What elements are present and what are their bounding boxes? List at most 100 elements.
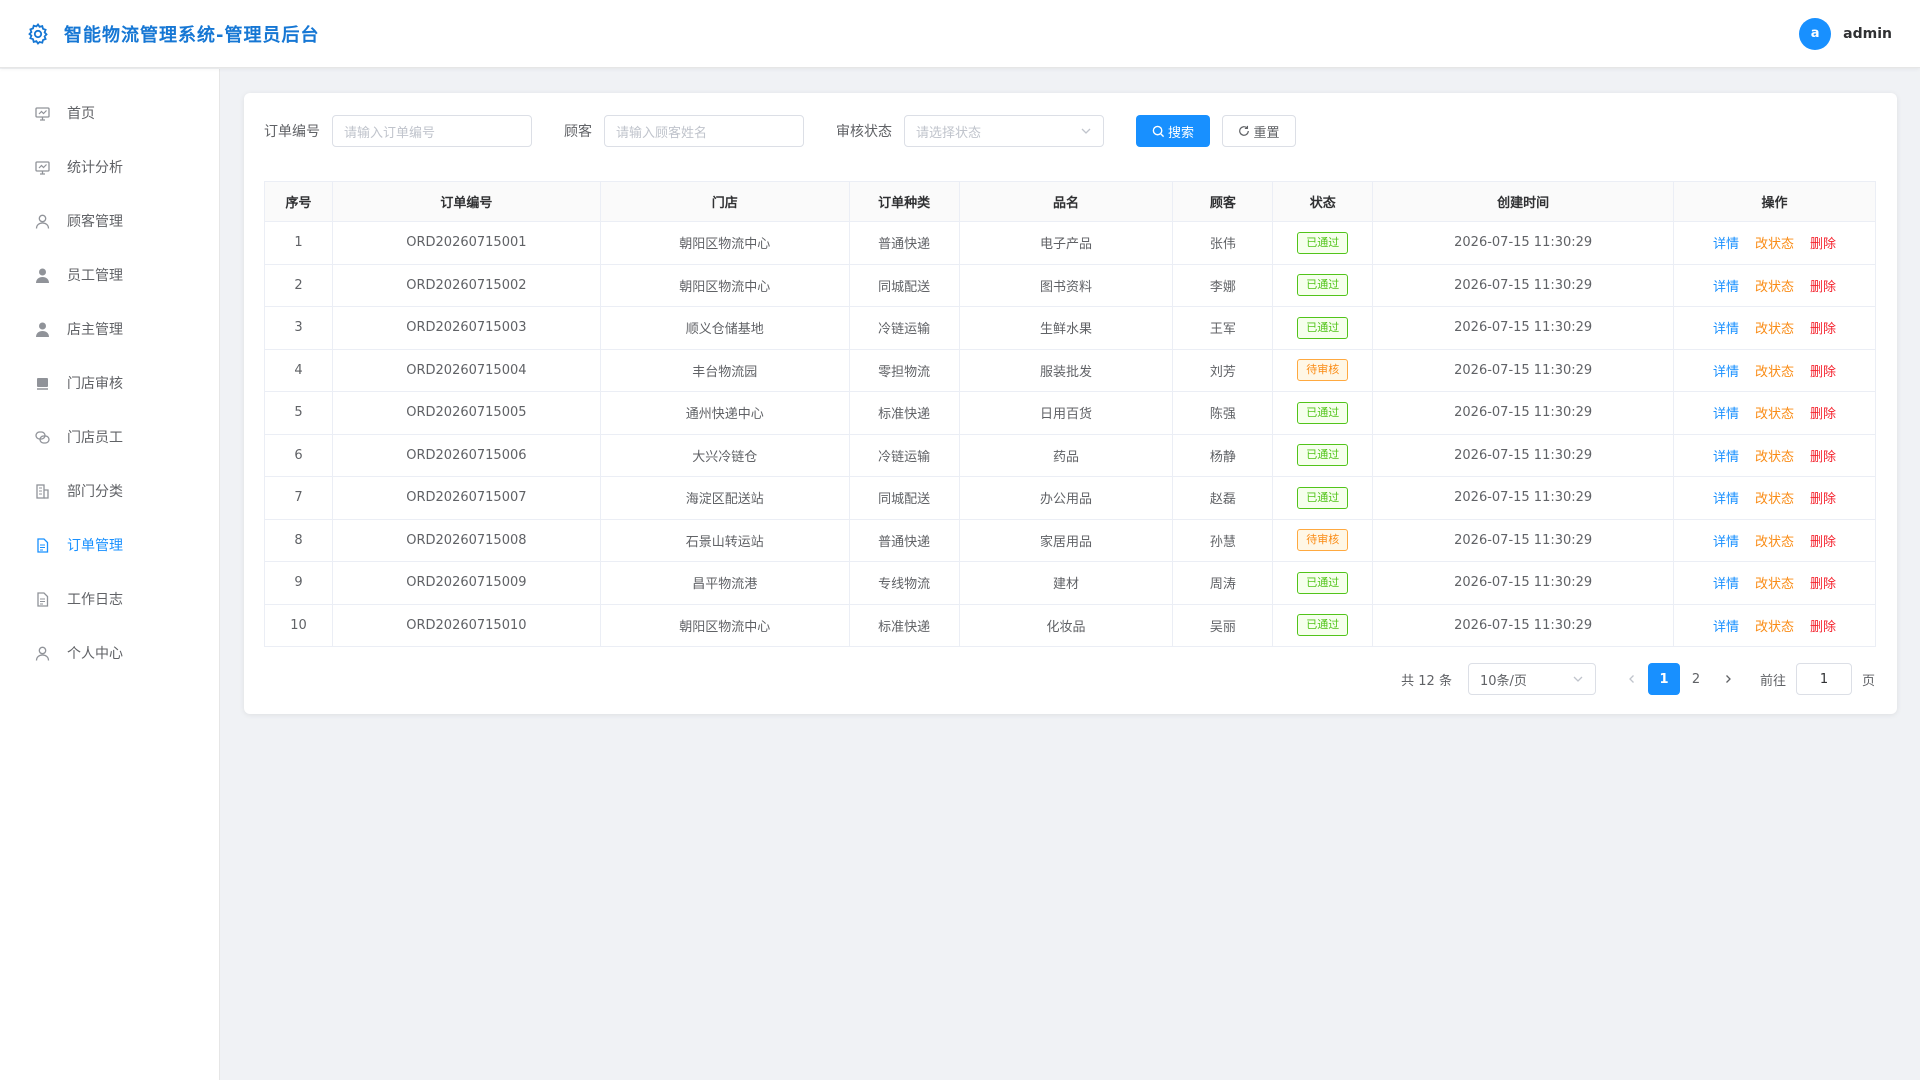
- sidebar-item-6[interactable]: 门店员工: [0, 410, 219, 464]
- sidebar-item-10[interactable]: 个人中心: [0, 626, 219, 680]
- delete-link[interactable]: 删除: [1810, 280, 1836, 295]
- sidebar-item-7[interactable]: 部门分类: [0, 464, 219, 518]
- delete-link[interactable]: 删除: [1810, 450, 1836, 465]
- actions-cell: 详情 改状态 删除: [1673, 518, 1876, 562]
- next-page-button[interactable]: [1712, 663, 1744, 695]
- change-status-link[interactable]: 改状态: [1755, 237, 1794, 252]
- column-header: 订单种类: [848, 181, 960, 222]
- sidebar-item-2[interactable]: 顾客管理: [0, 194, 219, 248]
- actions-cell: 详情 改状态 删除: [1673, 603, 1876, 647]
- delete-link[interactable]: 删除: [1810, 365, 1836, 380]
- prev-page-button[interactable]: [1616, 663, 1648, 695]
- refresh-icon: [1239, 125, 1250, 136]
- sidebar-item-3[interactable]: 员工管理: [0, 248, 219, 302]
- change-status-link[interactable]: 改状态: [1755, 577, 1794, 592]
- search-button[interactable]: 搜索: [1136, 115, 1210, 147]
- customer-label: 顾客: [564, 124, 592, 140]
- change-status-link[interactable]: 改状态: [1755, 322, 1794, 337]
- page-button-1[interactable]: 1: [1647, 663, 1680, 695]
- username[interactable]: admin: [1843, 26, 1892, 42]
- detail-link[interactable]: 详情: [1713, 322, 1739, 337]
- detail-link[interactable]: 详情: [1713, 237, 1739, 252]
- table-cell: ORD20260715008: [331, 518, 601, 562]
- table-cell: 2: [264, 263, 333, 307]
- status-badge: 已通过: [1297, 231, 1349, 254]
- table-cell: 7: [264, 476, 333, 520]
- detail-link[interactable]: 详情: [1713, 620, 1739, 635]
- customer-input[interactable]: 请输入顾客姓名: [604, 115, 804, 147]
- user-menu[interactable]: a admin: [1799, 17, 1892, 50]
- table-cell: ORD20260715007: [331, 476, 601, 520]
- detail-link[interactable]: 详情: [1713, 450, 1739, 465]
- detail-link[interactable]: 详情: [1713, 577, 1739, 592]
- sidebar-item-1[interactable]: 统计分析: [0, 140, 219, 194]
- sidebar-item-8[interactable]: 订单管理: [0, 518, 219, 572]
- table-row: 3 ORD20260715003 顺义仓储基地 冷链运输 生鲜水果 王军 已通过 2026-0…: [264, 306, 1876, 350]
- column-header: 创建时间: [1372, 181, 1675, 222]
- document-icon: [37, 591, 49, 607]
- change-status-link[interactable]: 改状态: [1755, 535, 1794, 550]
- page-button-2[interactable]: 2: [1680, 663, 1712, 695]
- sidebar-item-4[interactable]: 店主管理: [0, 302, 219, 356]
- detail-link[interactable]: 详情: [1713, 492, 1739, 507]
- delete-link[interactable]: 删除: [1810, 237, 1836, 252]
- reset-button[interactable]: 重置: [1222, 115, 1296, 147]
- table-cell: 杨静: [1172, 433, 1274, 477]
- table-cell: 普通快递: [848, 221, 960, 265]
- change-status-link[interactable]: 改状态: [1755, 407, 1794, 422]
- total-count: 共 12 条: [1401, 673, 1452, 689]
- table-row: 2 ORD20260715002 朝阳区物流中心 同城配送 图书资料 李娜 已通过 2026-…: [264, 263, 1876, 307]
- column-header: 品名: [958, 181, 1174, 222]
- detail-link[interactable]: 详情: [1713, 280, 1739, 295]
- status-badge: 已通过: [1297, 401, 1349, 424]
- status-cell: 待审核: [1272, 518, 1374, 562]
- table-cell: 家居用品: [958, 518, 1174, 562]
- change-status-link[interactable]: 改状态: [1755, 450, 1794, 465]
- table-cell: 赵磊: [1172, 476, 1274, 520]
- sidebar-item-0[interactable]: 首页: [0, 86, 219, 140]
- table-row: 1 ORD20260715001 朝阳区物流中心 普通快递 电子产品 张伟 已通过 2026-…: [264, 221, 1876, 265]
- delete-link[interactable]: 删除: [1810, 322, 1836, 337]
- actions-cell: 详情 改状态 删除: [1673, 306, 1876, 350]
- brand: 智能物流管理系统-管理员后台: [26, 21, 319, 47]
- gear-icon: [28, 22, 48, 45]
- status-badge: 待审核: [1297, 529, 1349, 552]
- monitor-icon: [35, 106, 50, 121]
- change-status-link[interactable]: 改状态: [1755, 492, 1794, 507]
- sidebar-item-label: 订单管理: [67, 538, 123, 554]
- sidebar-item-5[interactable]: 门店审核: [0, 356, 219, 410]
- table-cell: 2026-07-15 11:30:29: [1372, 221, 1675, 265]
- status-badge: 待审核: [1297, 359, 1349, 382]
- delete-link[interactable]: 删除: [1810, 492, 1836, 507]
- change-status-link[interactable]: 改状态: [1755, 365, 1794, 380]
- detail-link[interactable]: 详情: [1713, 365, 1739, 380]
- table-cell: 周涛: [1172, 561, 1274, 605]
- table-cell: 生鲜水果: [958, 306, 1174, 350]
- sidebar-item-9[interactable]: 工作日志: [0, 572, 219, 626]
- goto-page-input[interactable]: 1: [1795, 663, 1852, 695]
- page-size-value: 10条/页: [1479, 673, 1527, 689]
- sidebar-item-label: 统计分析: [67, 160, 123, 176]
- status-select[interactable]: 请选择状态: [904, 115, 1104, 147]
- change-status-link[interactable]: 改状态: [1755, 620, 1794, 635]
- app-title: 智能物流管理系统-管理员后台: [64, 24, 320, 46]
- page-size-select[interactable]: 10条/页: [1467, 663, 1596, 695]
- order-number-input[interactable]: 请输入订单编号: [332, 115, 532, 147]
- table-row: 8 ORD20260715008 石景山转运站 普通快递 家居用品 孙慧 待审核 2026-0…: [264, 518, 1876, 562]
- sidebar-item-label: 店主管理: [67, 322, 123, 338]
- user-outline-icon: [35, 646, 50, 661]
- sidebar-item-label: 门店审核: [67, 376, 123, 392]
- delete-link[interactable]: 删除: [1810, 407, 1836, 422]
- detail-link[interactable]: 详情: [1713, 535, 1739, 550]
- status-cell: 已通过: [1272, 306, 1374, 350]
- delete-link[interactable]: 删除: [1810, 620, 1836, 635]
- table-cell: 通州快递中心: [599, 391, 850, 435]
- change-status-link[interactable]: 改状态: [1755, 280, 1794, 295]
- delete-link[interactable]: 删除: [1810, 577, 1836, 592]
- table-cell: 2026-07-15 11:30:29: [1372, 306, 1675, 350]
- avatar[interactable]: a: [1799, 17, 1832, 50]
- table-cell: 顺义仓储基地: [599, 306, 850, 350]
- delete-link[interactable]: 删除: [1810, 535, 1836, 550]
- status-cell: 已通过: [1272, 561, 1374, 605]
- detail-link[interactable]: 详情: [1713, 407, 1739, 422]
